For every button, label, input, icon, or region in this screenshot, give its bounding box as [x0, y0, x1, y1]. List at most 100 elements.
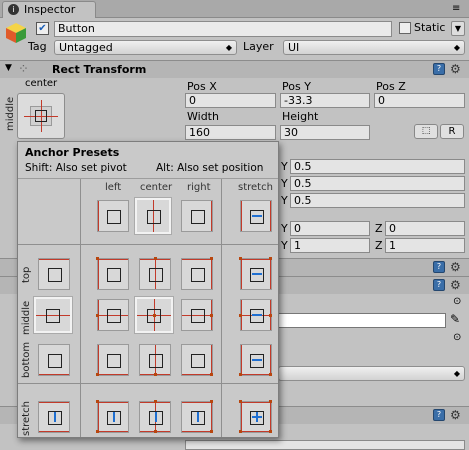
- col-label-left: left: [105, 182, 122, 193]
- grid-vertical-divider-2: [221, 179, 222, 437]
- anchor-min-y-field[interactable]: 0.5: [290, 159, 465, 174]
- static-checkbox[interactable]: [399, 22, 411, 34]
- scale-z-label: Z: [375, 239, 383, 252]
- preset-left-bottom[interactable]: [96, 344, 129, 376]
- preset-right-none[interactable]: [181, 200, 213, 232]
- col-label-stretch: stretch: [238, 182, 273, 193]
- gameobject-cube-icon: [5, 22, 27, 44]
- height-field[interactable]: 30: [280, 125, 370, 140]
- help-book-icon[interactable]: ?: [433, 63, 445, 75]
- preset-right-stretch[interactable]: [181, 400, 213, 433]
- layer-dropdown[interactable]: UI ◆: [283, 40, 465, 55]
- color-field[interactable]: [278, 313, 446, 328]
- scale-z-field[interactable]: 1: [385, 238, 465, 253]
- grid-vertical-divider: [80, 179, 81, 437]
- rect-transform-header[interactable]: ▼ ⁘ Rect Transform ? ⚙: [0, 60, 469, 78]
- col-label-center: center: [140, 182, 173, 193]
- rect-transform-icon: ⁘: [18, 62, 29, 77]
- pos-z-field[interactable]: 0: [374, 93, 465, 108]
- tab-inspector[interactable]: i Inspector: [2, 1, 96, 18]
- pos-x-label: Pos X: [187, 80, 217, 93]
- blueprint-mode-button[interactable]: ⬚: [414, 124, 438, 139]
- gear-icon[interactable]: ⚙: [450, 409, 461, 421]
- height-label: Height: [282, 110, 319, 123]
- foldout-arrow-icon[interactable]: ▼: [5, 63, 12, 73]
- object-name-field[interactable]: Button: [54, 21, 392, 37]
- preset-stretch-middle[interactable]: [239, 299, 272, 331]
- component-title: Rect Transform: [52, 63, 147, 76]
- eyedropper-icon[interactable]: ✎: [450, 312, 460, 326]
- gear-icon[interactable]: ⚙: [450, 63, 461, 75]
- preset-center-bottom[interactable]: [139, 344, 171, 376]
- presets-title: Anchor Presets: [25, 146, 120, 159]
- gear-icon[interactable]: ⚙: [450, 279, 461, 291]
- rotation-y-label: Y: [281, 222, 288, 235]
- preset-stretch-top[interactable]: [239, 257, 272, 290]
- gear-icon[interactable]: ⚙: [450, 261, 461, 273]
- pivot-y-label-2: Y: [281, 177, 288, 190]
- pos-y-label: Pos Y: [282, 80, 311, 93]
- shift-hint: Shift: Also set pivot: [25, 162, 127, 174]
- anchor-horizontal-label: center: [25, 78, 58, 89]
- preset-center-middle[interactable]: [135, 297, 173, 333]
- tag-label: Tag: [28, 40, 47, 53]
- preset-left-middle[interactable]: [96, 299, 129, 331]
- preset-none-top[interactable]: [38, 258, 70, 290]
- anchor-max-y-field[interactable]: 0.5: [290, 176, 465, 191]
- static-label: Static: [414, 21, 446, 34]
- pivot-y-field[interactable]: 0.5: [290, 193, 465, 208]
- pivot-y-label-3: Y: [281, 194, 288, 207]
- preset-right-middle[interactable]: [181, 299, 213, 331]
- preset-stretch-bottom[interactable]: [239, 344, 272, 376]
- preset-none-bottom[interactable]: [38, 344, 70, 376]
- row-label-stretch: stretch: [21, 401, 32, 436]
- anchor-presets-popup: Anchor Presets Shift: Also set pivot Alt…: [17, 141, 279, 438]
- pos-x-field[interactable]: 0: [185, 93, 276, 108]
- help-book-icon[interactable]: ?: [433, 261, 445, 273]
- menu-icon[interactable]: ≡: [452, 3, 460, 14]
- object-picker-icon[interactable]: ⊙: [453, 296, 461, 307]
- rotation-y-field[interactable]: 0: [290, 221, 370, 236]
- alt-hint: Alt: Also set position: [156, 162, 264, 174]
- preset-right-top[interactable]: [181, 257, 213, 290]
- tag-dropdown[interactable]: Untagged ◆: [54, 40, 237, 55]
- preset-stretch-none[interactable]: [240, 200, 272, 232]
- grid-horizontal-divider: [18, 244, 278, 245]
- preset-left-top[interactable]: [96, 257, 129, 290]
- object-picker-icon[interactable]: ⊙: [453, 332, 461, 343]
- row-label-middle: middle: [21, 300, 32, 335]
- rotation-z-field[interactable]: 0: [385, 221, 465, 236]
- popup-divider: [18, 178, 278, 179]
- rotation-z-label: Z: [375, 222, 383, 235]
- preset-left-stretch[interactable]: [96, 400, 129, 433]
- pivot-y-label-1: Y: [281, 160, 288, 173]
- width-label: Width: [187, 110, 219, 123]
- active-checkbox[interactable]: ✔: [36, 22, 49, 35]
- preset-left-none[interactable]: [97, 200, 129, 232]
- pos-y-field[interactable]: -33.3: [280, 93, 370, 108]
- row-label-bottom: bottom: [21, 341, 32, 378]
- grid-horizontal-divider-2: [18, 383, 278, 384]
- preset-stretch-stretch[interactable]: [239, 400, 272, 433]
- tab-label: Inspector: [24, 3, 76, 16]
- preset-center-top[interactable]: [139, 257, 171, 290]
- help-book-icon[interactable]: ?: [433, 279, 445, 291]
- preset-none-middle[interactable]: [34, 297, 72, 333]
- transition-dropdown[interactable]: ◆: [278, 366, 465, 381]
- anchor-selector-button[interactable]: [17, 93, 65, 139]
- scale-y-field[interactable]: 1: [290, 238, 370, 253]
- preset-none-stretch[interactable]: [38, 401, 70, 433]
- preset-center-stretch[interactable]: [139, 400, 171, 433]
- preset-center-none[interactable]: [135, 198, 171, 234]
- bottom-field[interactable]: [185, 440, 465, 450]
- raw-edit-button[interactable]: R: [440, 124, 464, 139]
- col-label-right: right: [187, 182, 211, 193]
- static-dropdown-arrow[interactable]: ▼: [451, 21, 465, 36]
- row-label-top: top: [21, 266, 32, 283]
- info-icon: i: [8, 4, 19, 15]
- anchor-vertical-label: middle: [5, 96, 16, 131]
- help-book-icon[interactable]: ?: [433, 409, 445, 421]
- layer-label: Layer: [243, 40, 274, 53]
- width-field[interactable]: 160: [185, 125, 276, 140]
- preset-right-bottom[interactable]: [181, 344, 213, 376]
